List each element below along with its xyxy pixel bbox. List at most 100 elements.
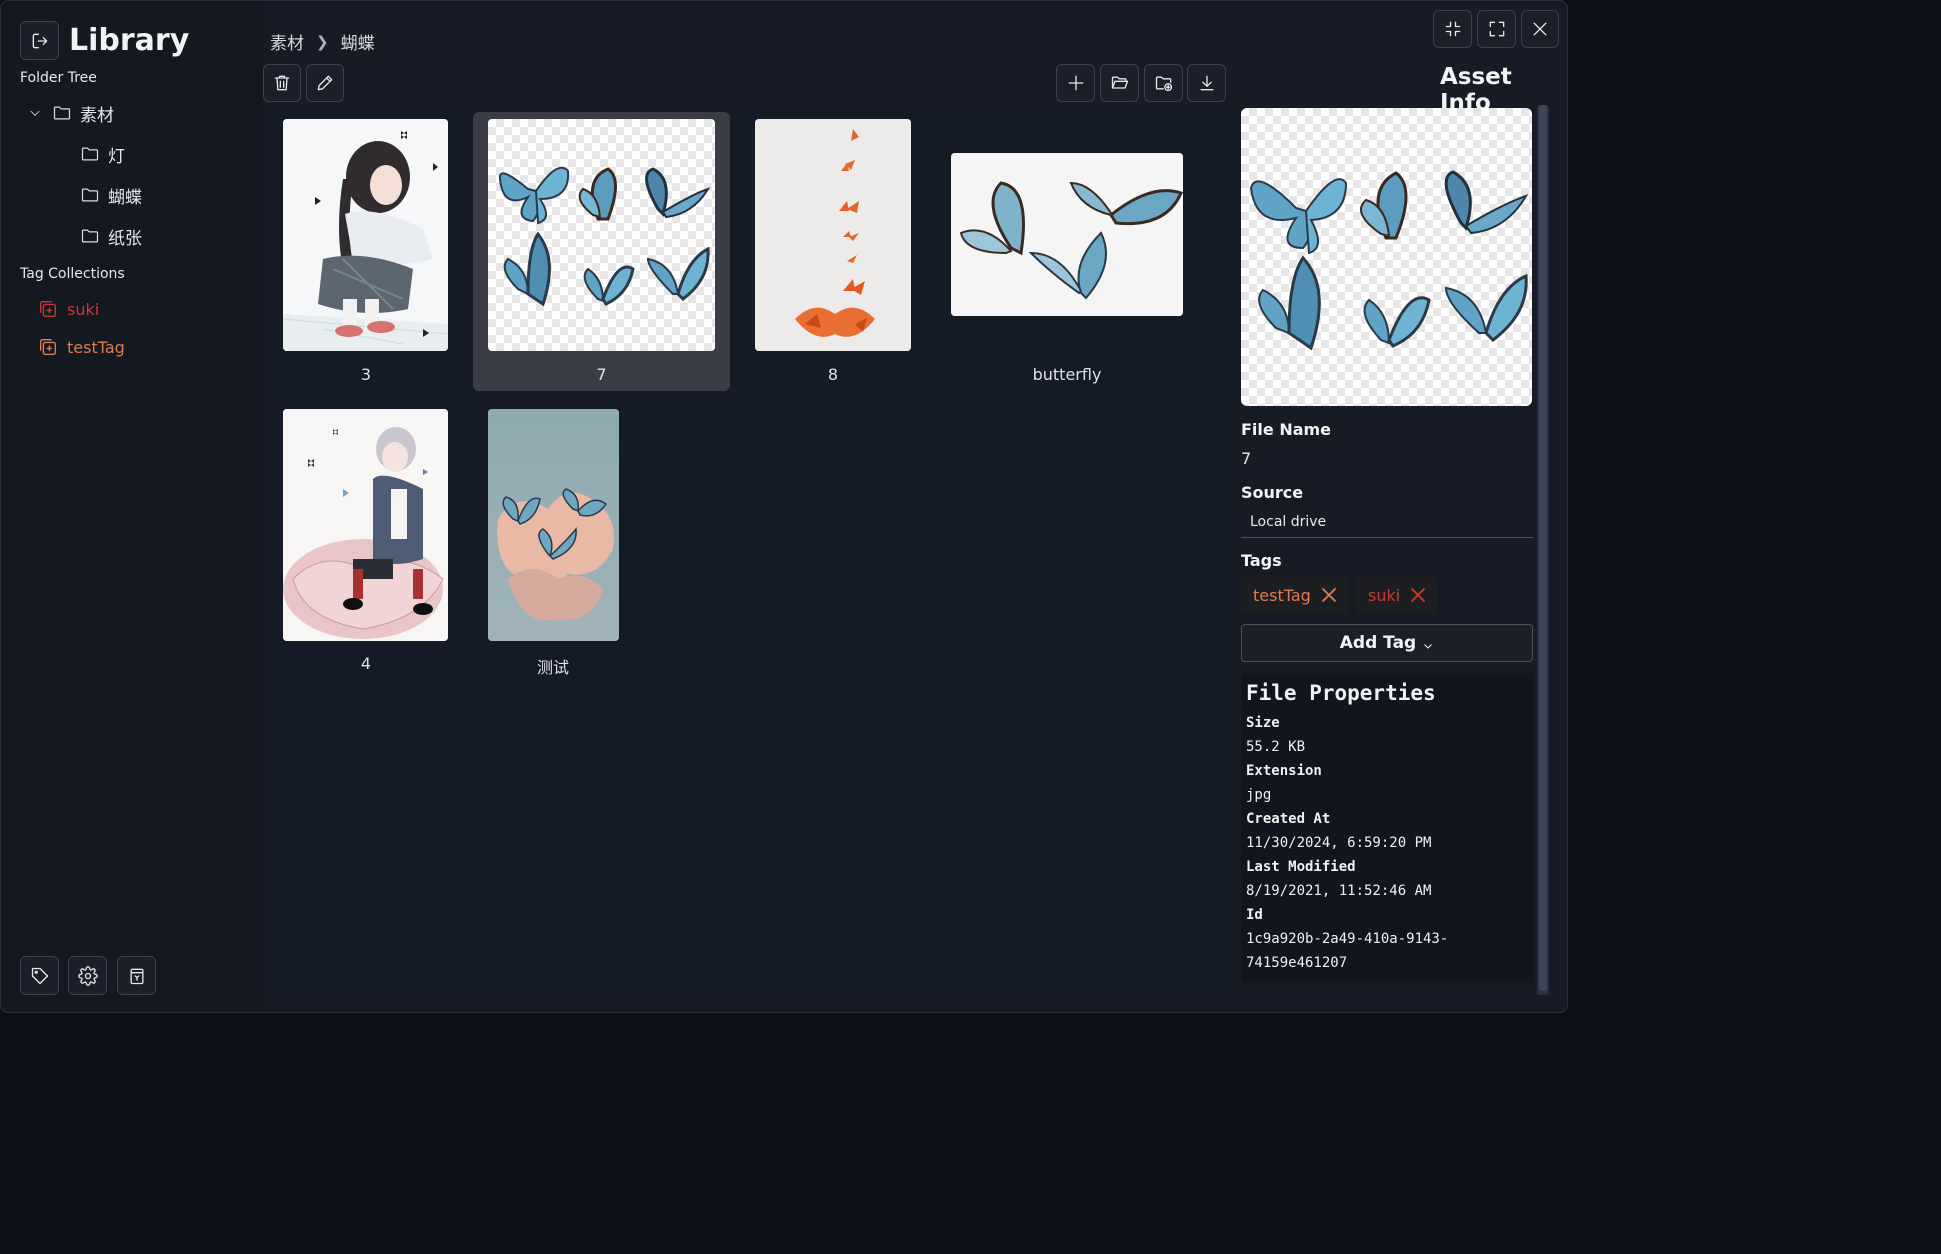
fullscreen-button[interactable] [1477,10,1516,48]
tag-collection-icon [39,300,57,318]
asset-card[interactable]: butterfly [941,113,1193,391]
exit-button[interactable] [20,21,59,60]
trash-icon [274,75,290,91]
tag-collection-testtag[interactable]: testTag [37,333,125,361]
size-value: 55.2 KB [1246,739,1306,755]
download-icon [1200,75,1213,91]
tag-chip-suki: suki [1356,576,1439,614]
edit-button[interactable] [306,64,344,102]
collapse-button[interactable] [1433,10,1472,48]
tags-button[interactable] [20,956,59,995]
chevron-down-icon [1424,644,1433,649]
asset-thumbnail [488,119,715,351]
tag-chip-label: testTag [1253,585,1311,605]
add-tag-label: Add Tag [1339,633,1417,653]
gear-icon [77,965,98,986]
open-folder-button[interactable] [1100,64,1139,102]
folder-item-zhizhang[interactable]: 纸张 [80,222,142,250]
source-field[interactable]: Local drive [1241,507,1533,538]
butterflies-illustration [498,166,711,307]
file-properties: File Properties Size 55.2 KB Extension j… [1241,673,1533,983]
plus-icon [1068,75,1083,91]
library-title: Library [69,23,190,58]
extension-label: Extension [1246,763,1322,779]
folder-item-sucai[interactable]: 素材 [28,99,114,127]
asset-card[interactable]: 8 [745,113,921,391]
chevron-down-icon[interactable] [28,106,42,120]
scrollbar-thumb[interactable] [1539,105,1547,991]
butterflies-preview [1249,170,1529,351]
tag-collection-label: suki [67,299,100,319]
folder-icon [81,188,99,202]
tag-collection-suki[interactable]: suki [37,295,99,323]
sidebar: Library Folder Tree 素材 灯 蝴蝶 纸张 Tag Colle… [1,1,263,1012]
last-modified-value: 8/19/2021, 11:52:46 AM [1246,883,1432,899]
folder-icon [81,147,99,161]
anime-girl-flower-illustration [283,409,448,641]
close-icon[interactable] [1321,587,1337,603]
library-window: Library Folder Tree 素材 灯 蝴蝶 纸张 Tag Colle… [0,0,1568,1013]
asset-card[interactable]: 4 [273,403,459,681]
orange-butterflies-illustration [755,119,911,351]
source-value: Local drive [1250,514,1327,530]
tags-label: Tags [1241,551,1282,570]
folder-tree-label: Folder Tree [20,70,97,86]
expand-icon [1489,21,1504,37]
collapse-icon [1445,21,1460,37]
extension-value: jpg [1246,787,1272,803]
close-icon [1533,22,1547,36]
asset-label: 7 [596,365,607,384]
asset-thumbnail [951,153,1183,316]
three-butterflies-illustration [951,153,1183,316]
pencil-icon [317,75,333,91]
asset-thumbnail [755,119,911,351]
anime-girl-illustration [283,119,448,351]
tag-collection-label: testTag [67,337,125,357]
tag-icon [31,967,48,984]
download-button[interactable] [1187,64,1226,102]
add-asset-button[interactable] [1056,64,1095,102]
exit-icon [32,33,47,48]
folder-label: 纸张 [108,228,142,249]
last-modified-label: Last Modified [1246,859,1356,875]
asset-card[interactable]: 测试 [478,403,628,681]
butterfly-shape [498,166,570,225]
recycle-bin-icon [130,968,143,984]
folder-icon [53,106,71,120]
settings-button[interactable] [68,956,107,995]
panel-scrollbar[interactable] [1537,105,1549,995]
asset-label: 4 [360,654,372,673]
recycle-bin-button[interactable] [117,956,156,995]
asset-preview [1241,108,1532,406]
close-button[interactable] [1521,10,1559,48]
breadcrumb-item[interactable]: 素材 [270,29,304,54]
add-folder-button[interactable] [1144,64,1183,102]
tag-collections-label: Tag Collections [20,266,125,282]
folder-item-hudie[interactable]: 蝴蝶 [80,181,142,209]
created-at-label: Created At [1246,811,1331,827]
asset-label: 测试 [536,658,569,677]
folder-item-deng[interactable]: 灯 [80,140,125,168]
asset-label: butterfly [1032,365,1102,384]
folder-label: 灯 [108,146,125,167]
delete-button[interactable] [263,64,301,102]
folder-open-icon [1111,76,1128,89]
breadcrumb-item[interactable]: 蝴蝶 [341,29,375,54]
asset-card-selected[interactable]: 7 [473,112,730,391]
chevron-right-icon: ❯ [316,32,329,51]
created-at-value: 11/30/2024, 6:59:20 PM [1246,835,1432,851]
size-label: Size [1246,715,1280,731]
close-icon[interactable] [1410,587,1426,603]
id-value-line2: 74159e461207 [1246,955,1348,971]
asset-card[interactable]: 3 [273,113,459,391]
tag-chip-testtag: testTag [1241,576,1349,614]
folder-add-icon [1155,76,1172,92]
source-label: Source [1241,483,1304,502]
asset-label: 8 [827,365,839,384]
asset-thumbnail [488,409,619,641]
tag-chip-label: suki [1368,585,1401,605]
butterflies-clouds-illustration [488,409,619,641]
add-tag-button[interactable]: Add Tag [1241,624,1533,662]
folder-label: 蝴蝶 [108,187,142,208]
id-label: Id [1246,907,1263,923]
